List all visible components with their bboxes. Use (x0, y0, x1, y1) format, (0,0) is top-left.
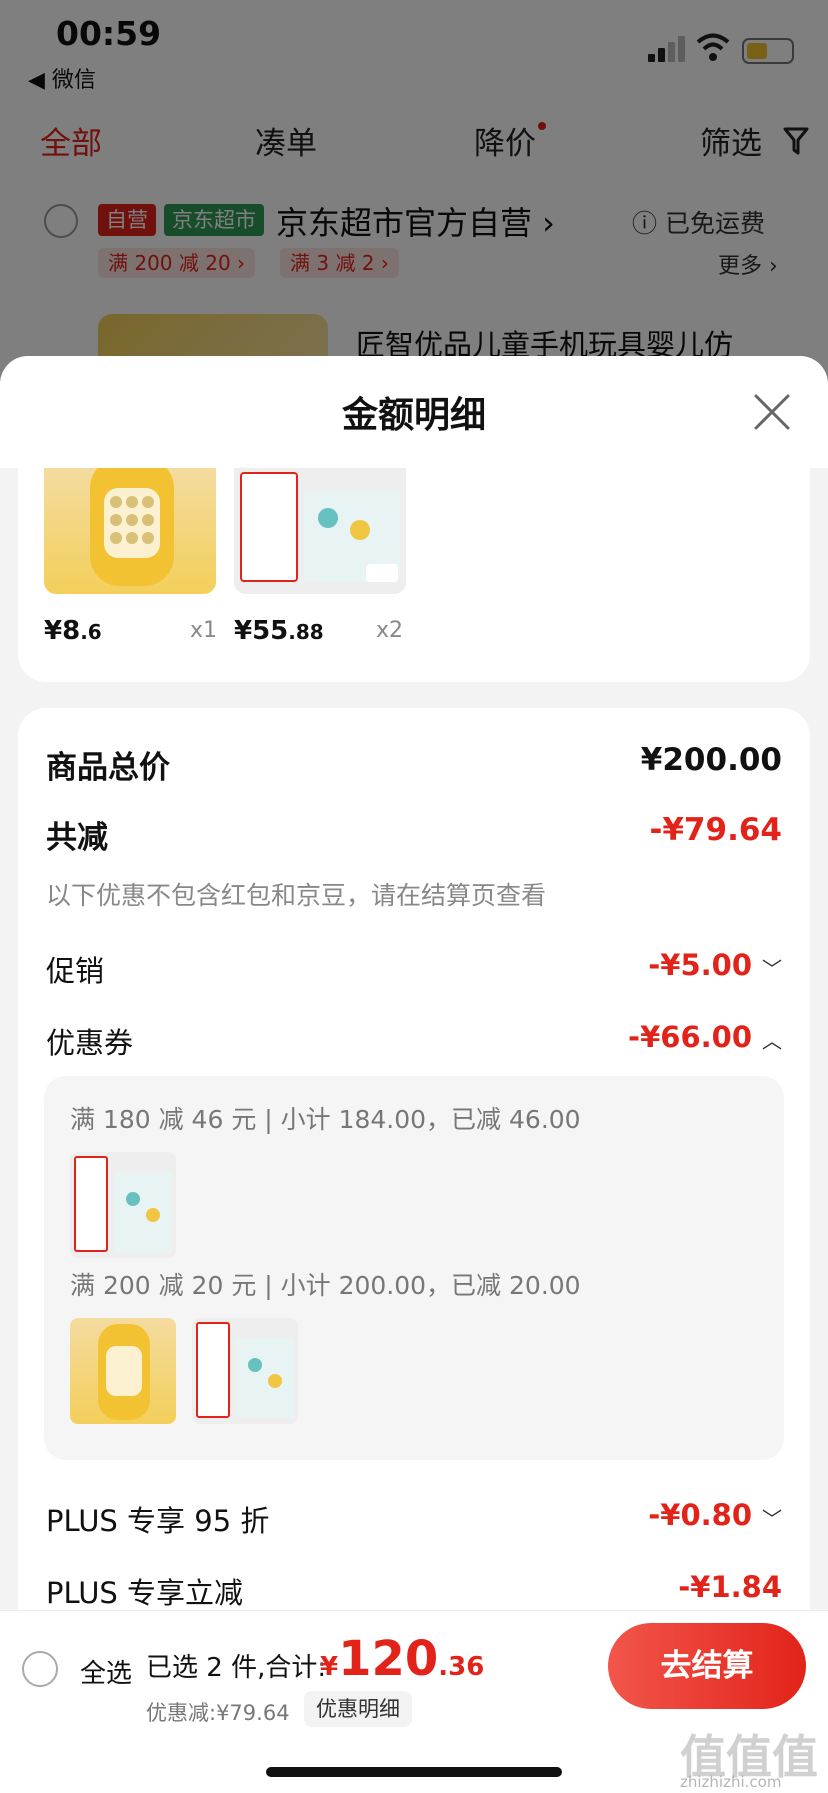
total-reduction-value: -¥79.64 (649, 812, 783, 848)
close-icon[interactable] (752, 392, 792, 432)
checkout-button[interactable]: 去结算 (608, 1623, 806, 1709)
product-price: ¥55.88 (234, 616, 324, 646)
product-qty: x1 (190, 618, 218, 643)
product-qty: x2 (376, 618, 404, 643)
coupon-rule-line: 满 200 减 20 元 | 小计 200.00，已减 20.00 (70, 1271, 581, 1300)
coupon-product-thumbnail (70, 1152, 176, 1258)
promotion-row-toggle[interactable]: -¥5.00 ﹀ (648, 948, 782, 982)
total-reduction-label: 共减 (46, 820, 108, 856)
chevron-down-icon: ﹀ (762, 1506, 782, 1531)
home-indicator[interactable] (266, 1767, 562, 1777)
select-all-label[interactable]: 全选 (80, 1653, 132, 1690)
discount-summary: 优惠减:¥79.64 (146, 1701, 290, 1725)
watermark-url: zhizhizhi.com (680, 1773, 782, 1791)
plus-instant-cut-label: PLUS 专享立减 (46, 1576, 244, 1610)
selected-count-label: 已选 2 件,合计: (146, 1653, 327, 1683)
chevron-down-icon: ﹀ (762, 956, 782, 981)
price-summary-card: 商品总价 ¥200.00 共减 -¥79.64 以下优惠不包含红包和京豆，请在结… (18, 708, 810, 1708)
promotion-label: 促销 (46, 954, 105, 988)
plus-95-row-toggle[interactable]: -¥0.80 ﹀ (648, 1498, 782, 1532)
amount-detail-sheet: 金额明细 ¥8.6 x1 ¥55.88 x2 商品总价 ¥200.00 共减 -… (0, 356, 828, 1793)
coupon-product-thumbnail (192, 1318, 298, 1424)
goods-total-label: 商品总价 (46, 750, 170, 786)
reduction-note: 以下优惠不包含红包和京豆，请在结算页查看 (46, 881, 547, 910)
coupon-rule-line: 满 180 减 46 元 | 小计 184.00，已减 46.00 (70, 1105, 581, 1134)
product-thumbnail-pack[interactable] (234, 468, 406, 594)
product-price: ¥8.6 (44, 616, 102, 646)
goods-total-value: ¥200.00 (640, 742, 782, 778)
product-thumbnail-phone-toy[interactable] (44, 468, 216, 594)
coupon-product-thumbnail (70, 1318, 176, 1424)
discount-detail-button[interactable]: 优惠明细 (304, 1691, 412, 1727)
coupon-row-toggle[interactable]: -¥66.00 ︿ (628, 1020, 782, 1054)
sheet-header: 金额明细 (0, 356, 828, 468)
select-all-checkbox[interactable] (22, 1651, 58, 1687)
total-amount: ¥120.36 (320, 1631, 485, 1687)
sheet-title: 金额明细 (341, 395, 486, 436)
plus-instant-cut-value: -¥1.84 (678, 1570, 782, 1604)
chevron-up-icon: ︿ (762, 1028, 782, 1053)
checkout-bar: 全选 已选 2 件,合计: ¥120.36 优惠减:¥79.64 优惠明细 去结… (0, 1610, 828, 1793)
coupon-detail-box: 满 180 减 46 元 | 小计 184.00，已减 46.00 满 200 … (44, 1076, 784, 1460)
coupon-label: 优惠券 (46, 1026, 134, 1060)
product-list-card: ¥8.6 x1 ¥55.88 x2 (18, 468, 810, 682)
plus-95-label: PLUS 专享 95 折 (46, 1504, 270, 1538)
